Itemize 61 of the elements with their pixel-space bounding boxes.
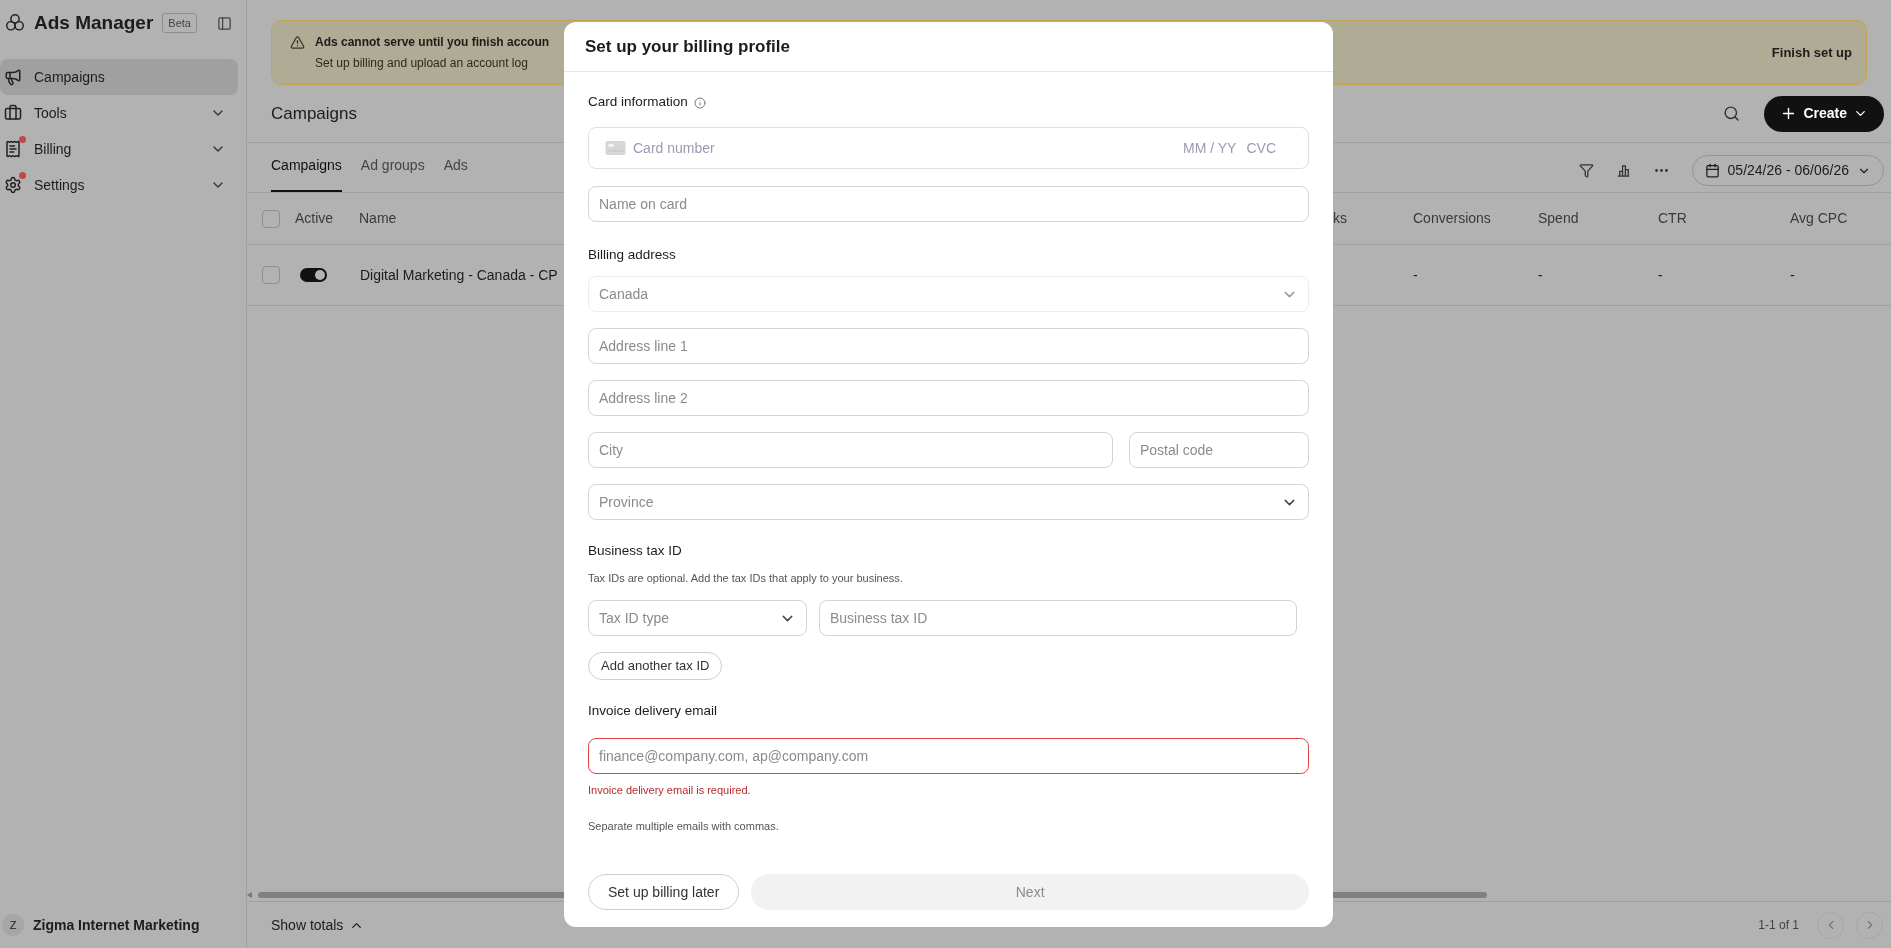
calendar-icon (1704, 163, 1720, 178)
table-cell-text: - (1790, 265, 1796, 285)
status-toggle[interactable] (300, 268, 327, 282)
nav-label: Settings (34, 175, 85, 195)
column-header: Spend (1538, 209, 1580, 228)
filter-icon[interactable] (1578, 163, 1594, 178)
checkbox[interactable] (262, 266, 280, 284)
warning-icon (290, 35, 305, 50)
page-title: Campaigns (271, 102, 357, 125)
expiry-placeholder: MM / YY (1183, 138, 1237, 158)
info-icon[interactable] (693, 96, 706, 109)
column-header: CTR (1658, 209, 1688, 228)
beta-tag: Beta (162, 12, 197, 34)
column-header: Conversions (1413, 209, 1492, 228)
nav-label: Campaigns (34, 67, 105, 87)
pagination-label: 1-1 of 1 (1758, 917, 1799, 934)
dialog-title: Set up your billing profile (585, 35, 790, 58)
campaign-name[interactable]: Digital Marketing - Canada - CP (360, 264, 558, 286)
column-header: Active (295, 209, 335, 228)
help-text: Separate multiple emails with commas. (588, 818, 780, 834)
nav-icon (4, 176, 22, 194)
card-number-placeholder: Card number (633, 138, 715, 158)
search-icon[interactable] (1723, 105, 1741, 122)
account-avatar[interactable]: Z (2, 914, 24, 936)
help-text: Tax IDs are optional. Add the tax IDs that apply to your business. (588, 570, 904, 586)
sidebar-toggle-icon[interactable] (217, 15, 232, 31)
nav-icon (4, 140, 22, 158)
column-header: ks (1333, 209, 1348, 228)
logo-icon (4, 12, 26, 34)
column-header: Name (359, 209, 397, 228)
table-cell-text: - (1413, 265, 1419, 285)
nav-icon (4, 68, 22, 86)
column-header: Avg CPC (1790, 209, 1849, 228)
section-label: Business tax ID (588, 542, 683, 561)
nav-label: Billing (34, 139, 72, 159)
credit-card-icon (605, 141, 626, 155)
section-label: Invoice delivery email (588, 702, 719, 720)
nav-icon (4, 104, 22, 122)
sidebar-item[interactable]: Campaigns (0, 59, 238, 95)
nav-label: Tools (34, 103, 67, 123)
cvc-placeholder: CVC (1246, 138, 1276, 158)
create-button[interactable]: Create (1764, 95, 1884, 132)
app-title: Ads Manager (34, 10, 154, 35)
tab[interactable]: Campaigns (271, 155, 342, 192)
account-name[interactable]: Zigma Internet Marketing (33, 914, 200, 936)
tab[interactable]: Ads (443, 155, 468, 192)
section-label: Card information (588, 93, 688, 112)
banner-text: Set up billing and upload an account log (315, 55, 529, 72)
select-field[interactable]: Province (588, 484, 1309, 521)
section-label: Billing address (588, 246, 677, 264)
show-totals-button[interactable]: Show totals (271, 914, 344, 936)
select-field[interactable]: Tax ID type (588, 600, 807, 636)
finish-setup-link[interactable]: Finish set up (1771, 42, 1852, 63)
banner-title: Ads cannot serve until you finish accoun (315, 34, 550, 51)
tab[interactable]: Ad groups (360, 155, 425, 192)
error-message: Invoice delivery email is required. (588, 783, 752, 799)
input-field[interactable]: finance@company.com, ap@company.com (588, 738, 1309, 775)
table-cell-text: - (1658, 265, 1664, 285)
table-cell-text: - (1538, 265, 1544, 285)
bar-chart-icon[interactable] (1615, 163, 1631, 178)
checkbox[interactable] (262, 209, 280, 228)
